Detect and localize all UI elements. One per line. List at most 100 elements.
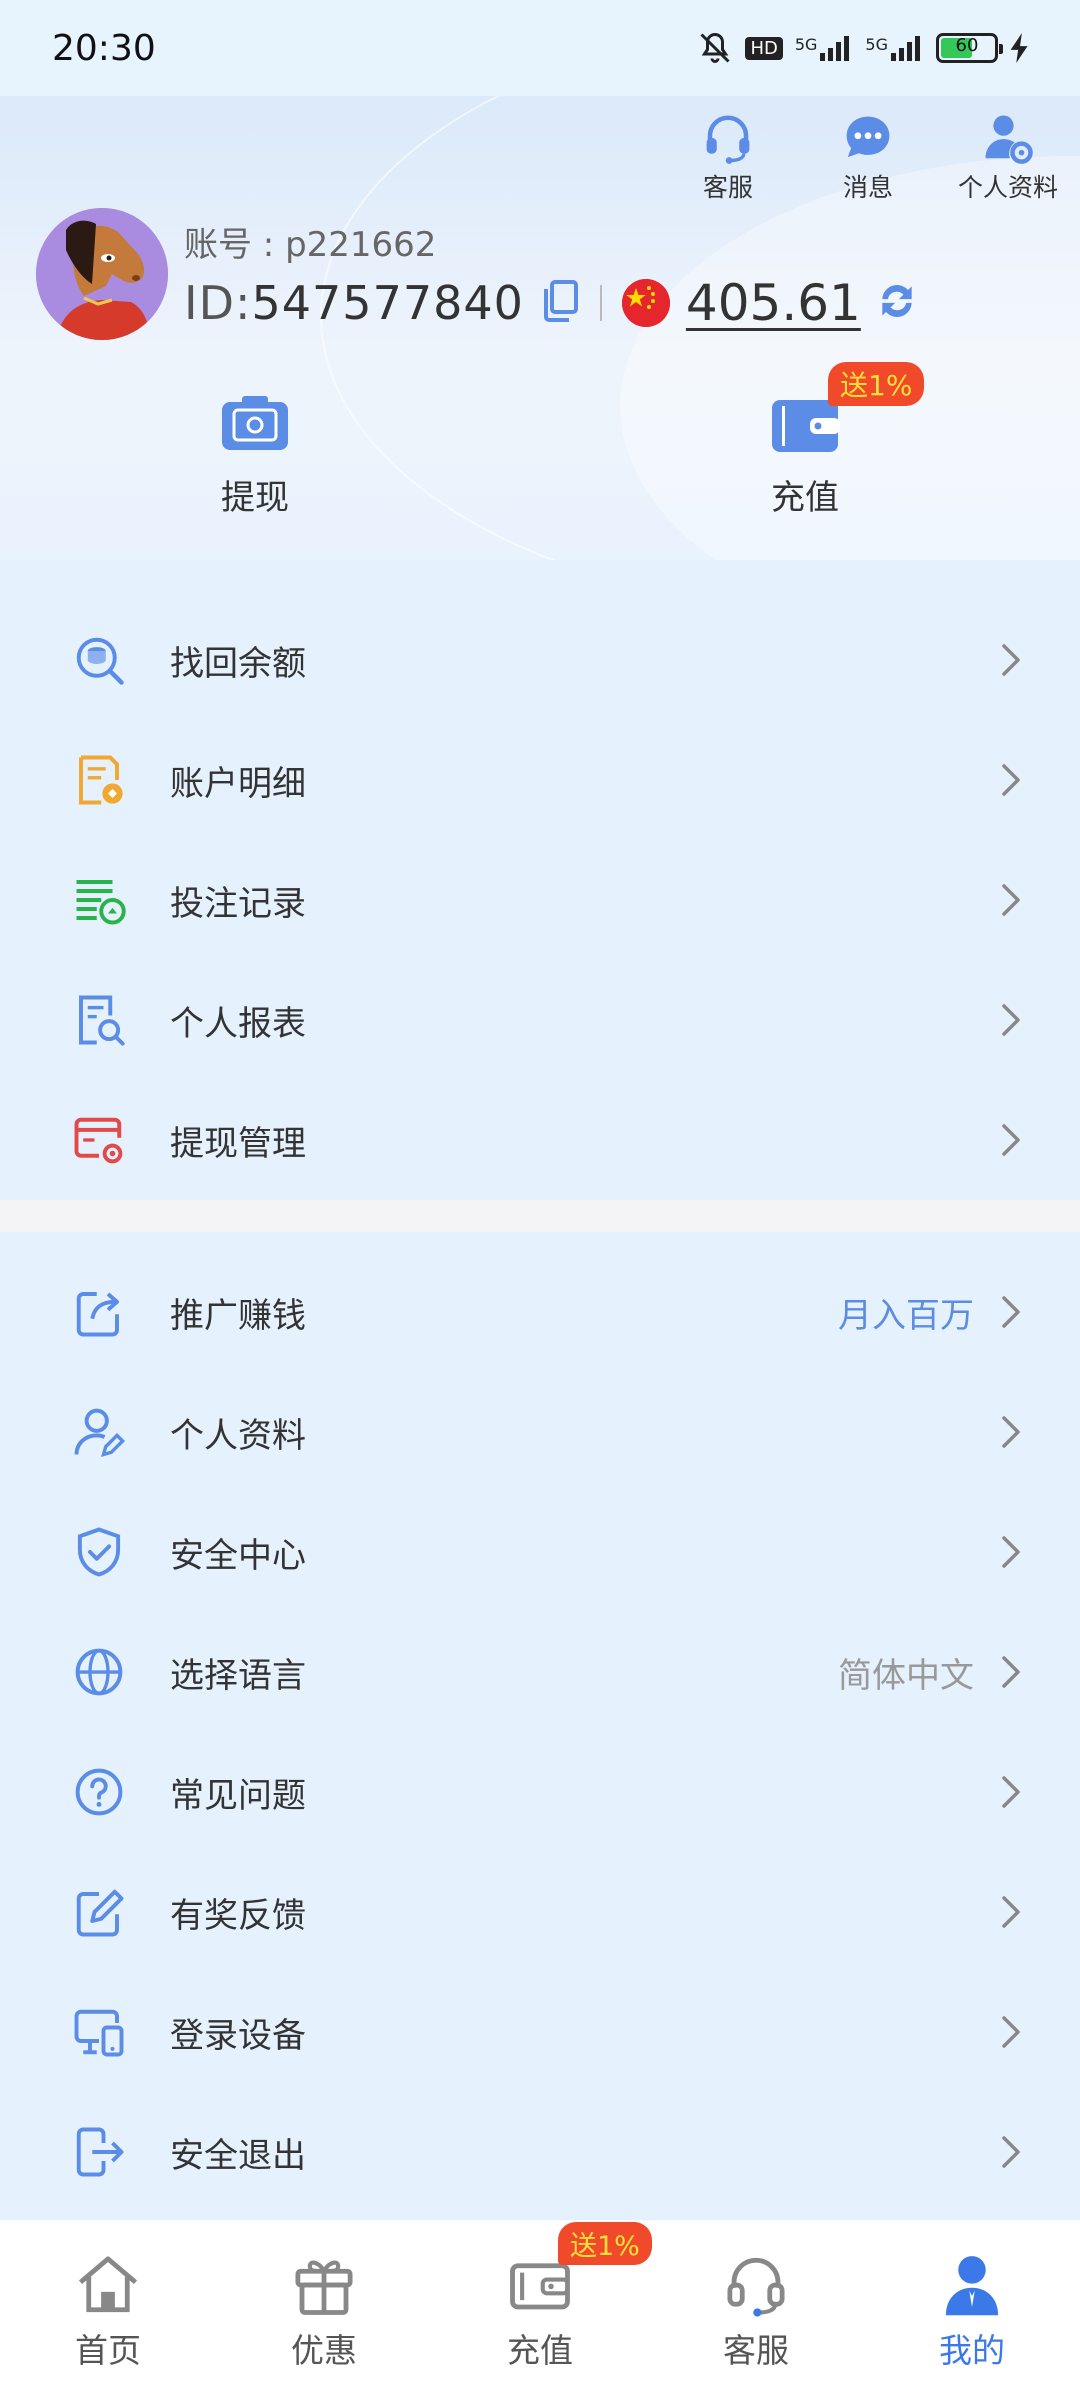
header-profile-button[interactable]: 个人资料 — [958, 110, 1058, 204]
chevron-right-icon — [1002, 884, 1020, 916]
tab-label: 我的 — [939, 2331, 1005, 2370]
devices-icon — [70, 2003, 128, 2061]
deposit-button[interactable]: 充值 送1% — [770, 362, 925, 519]
menu-item-account-detail[interactable]: 账户明细 — [0, 720, 1080, 840]
account-label: 账号 : p221662 — [184, 224, 437, 265]
menu-item-logout[interactable]: 安全退出 — [0, 2092, 1080, 2212]
deposit-bonus-badge: 送1% — [828, 362, 925, 406]
menu-item-label: 个人报表 — [170, 1003, 306, 1044]
menu-group-settings: 推广赚钱 月入百万 个人资料 安全中心 选择语言 简体中文 常见问题 有奖反馈 … — [0, 1232, 1080, 2232]
menu-item-extra: 月入百万 — [838, 1295, 974, 1336]
account-detail-icon — [70, 751, 128, 809]
signal-5g-icon: 5G — [865, 35, 924, 61]
tab-promotions[interactable]: 优惠 — [244, 2250, 404, 2372]
globe-icon — [70, 1643, 128, 1701]
tab-deposit[interactable]: 充值 送1% — [460, 2222, 652, 2372]
tab-mine[interactable]: 我的 — [892, 2250, 1052, 2372]
status-icons: HD 5G 5G 60 — [697, 30, 1030, 66]
refresh-icon[interactable] — [875, 279, 919, 327]
header-customer-service-button[interactable]: 客服 — [678, 110, 778, 204]
tab-label: 首页 — [75, 2331, 141, 2370]
share-icon — [70, 1283, 128, 1341]
chevron-right-icon — [1002, 1296, 1020, 1328]
menu-item-personal-report[interactable]: 个人报表 — [0, 960, 1080, 1080]
charging-icon — [1010, 33, 1028, 63]
signal-5g-icon: 5G — [795, 35, 854, 61]
header-action-label: 消息 — [842, 173, 893, 202]
chevron-right-icon — [1002, 2136, 1020, 2168]
headset-icon — [700, 110, 756, 166]
avatar[interactable] — [36, 208, 168, 340]
message-icon — [840, 110, 896, 166]
tab-label: 充值 — [507, 2331, 573, 2370]
chevron-right-icon — [1002, 1124, 1020, 1156]
edit-feedback-icon — [70, 1883, 128, 1941]
menu-item-label: 推广赚钱 — [170, 1295, 306, 1336]
withdraw-button[interactable]: 提现 — [220, 396, 290, 519]
menu-group-records: 找回余额 账户明细 投注记录 个人报表 提现管理 — [0, 560, 1080, 1200]
header-action-label: 个人资料 — [958, 173, 1059, 202]
menu-item-withdraw-manage[interactable]: 提现管理 — [0, 1080, 1080, 1200]
bottom-tab-bar: 首页 优惠 充值 送1% 客服 我的 — [0, 2220, 1080, 2400]
tab-customer-service[interactable]: 客服 — [676, 2250, 836, 2372]
menu-item-recover-balance[interactable]: 找回余额 — [0, 600, 1080, 720]
menu-item-feedback[interactable]: 有奖反馈 — [0, 1852, 1080, 1972]
chevron-right-icon — [1002, 764, 1020, 796]
shield-check-icon — [70, 1523, 128, 1581]
menu-item-login-devices[interactable]: 登录设备 — [0, 1972, 1080, 2092]
balance-value: 405.61 — [685, 273, 861, 332]
menu-item-promote[interactable]: 推广赚钱 月入百万 — [0, 1252, 1080, 1372]
deposit-bonus-badge: 送1% — [558, 2222, 652, 2265]
profile-info: 账号 : p221662 ID:547577840 405.61 — [36, 208, 919, 340]
user-icon — [937, 2250, 1007, 2320]
header-message-button[interactable]: 消息 — [818, 110, 918, 204]
menu-item-profile[interactable]: 个人资料 — [0, 1372, 1080, 1492]
gift-icon — [289, 2250, 359, 2320]
header-actions: 客服 消息 个人资料 — [678, 110, 1058, 204]
menu-item-label: 投注记录 — [170, 883, 306, 924]
menu-item-faq[interactable]: 常见问题 — [0, 1732, 1080, 1852]
section-divider — [0, 1200, 1080, 1232]
chevron-right-icon — [1002, 1004, 1020, 1036]
chevron-right-icon — [1002, 1656, 1020, 1688]
deposit-label: 充值 — [771, 478, 839, 518]
menu-item-label: 选择语言 — [170, 1655, 306, 1696]
copy-icon[interactable] — [540, 279, 580, 327]
user-edit-icon — [70, 1403, 128, 1461]
menu-item-extra: 简体中文 — [838, 1655, 974, 1696]
divider — [599, 284, 602, 321]
cash-icon — [220, 396, 290, 460]
chevron-right-icon — [1002, 1536, 1020, 1568]
menu-item-label: 常见问题 — [170, 1775, 306, 1816]
menu-item-label: 找回余额 — [170, 643, 306, 684]
tab-home[interactable]: 首页 — [28, 2250, 188, 2372]
menu-item-label: 账户明细 — [170, 763, 306, 804]
withdraw-label: 提现 — [221, 478, 289, 518]
coins-search-icon — [70, 631, 128, 689]
status-bar: 20:30 HD 5G 5G 60 — [0, 0, 1080, 96]
chevron-right-icon — [1002, 1776, 1020, 1808]
menu-item-bet-record[interactable]: 投注记录 — [0, 840, 1080, 960]
china-flag-icon — [621, 278, 670, 327]
menu-item-label: 个人资料 — [170, 1415, 306, 1456]
menu-item-label: 安全中心 — [170, 1535, 306, 1576]
menu-item-label: 有奖反馈 — [170, 1895, 306, 1936]
menu-item-label: 登录设备 — [170, 2015, 306, 2056]
chevron-right-icon — [1002, 2016, 1020, 2048]
tab-label: 客服 — [723, 2331, 789, 2370]
user-id: ID:547577840 — [184, 275, 524, 330]
headset-icon — [721, 2250, 791, 2320]
tab-label: 优惠 — [291, 2331, 357, 2370]
home-icon — [73, 2250, 143, 2320]
battery-icon: 60 — [936, 33, 1003, 63]
menu-item-language[interactable]: 选择语言 简体中文 — [0, 1612, 1080, 1732]
mute-bell-icon — [700, 32, 730, 63]
menu-item-label: 提现管理 — [170, 1123, 306, 1164]
question-icon — [70, 1763, 128, 1821]
menu-item-security-center[interactable]: 安全中心 — [0, 1492, 1080, 1612]
profile-header: 客服 消息 个人资料 账号: p221662 ID:547577840 405… — [0, 96, 1080, 566]
profile-settings-icon — [980, 110, 1036, 166]
status-time: 20:30 — [52, 27, 156, 69]
withdraw-manage-icon — [70, 1111, 128, 1169]
chevron-right-icon — [1002, 1416, 1020, 1448]
